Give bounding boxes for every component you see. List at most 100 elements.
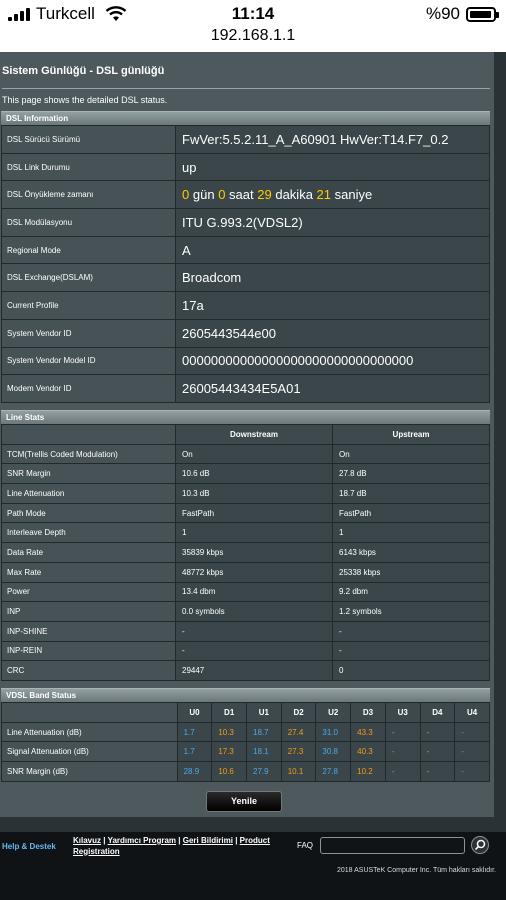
band-value-d4: - [419,741,456,763]
footer: Help & Destek Kılavuz | Yardımcı Program… [0,832,506,900]
band-header-u2: U2 [315,702,352,723]
row-label: Current Profile [1,291,176,320]
downstream-value: 29447 [175,660,333,681]
band-status-table: U0 D1 U1 D2 U2 D3 U3 D4 U4 Line Attenuation (dB)… [1,702,490,782]
row-label: TCM(Trellis Coded Modulation) [1,443,176,465]
band-header-u1: U1 [246,702,282,723]
row-label: DSL Link Durumu [1,152,176,182]
table-row: DSL Exchange(DSLAM) Broadcom [1,263,490,293]
band-value-u3: - [384,741,421,763]
faq-search-input[interactable] [320,837,465,854]
upstream-value: - [332,640,490,662]
table-row: Power 13.4 dbm 9.2 dbm [1,581,490,603]
downstream-value: 35839 kbps [175,542,333,563]
table-header-row: U0 D1 U1 D2 U2 D3 U3 D4 U4 [1,702,490,723]
column-header-downstream: Downstream [175,424,333,445]
downstream-value: 1 [175,522,333,544]
footer-links: Kılavuz | Yardımcı Program | Geri Bildir… [73,836,293,857]
row-label: DSL Önyükleme zamanı [1,180,176,210]
band-value-u4: - [454,761,490,782]
row-label: CRC [1,660,176,681]
refresh-button[interactable]: Yenile [206,791,282,812]
band-header-d1: D1 [211,702,248,723]
uptime-minutes: 29 [257,187,272,203]
url-bar[interactable]: 192.168.1.1 [0,27,506,45]
line-stats-table: Downstream Upstream TCM(Trellis Coded Mo… [1,424,490,681]
content-panel: Sistem Günlüğü - DSL günlüğü This page s… [0,52,494,817]
band-header-d4: D4 [419,702,456,723]
upstream-value: FastPath [332,502,490,524]
row-label: DSL Modülasyonu [1,208,176,237]
band-value-u2: 27.8 [315,761,352,782]
band-value-d1: 10.6 [211,761,248,782]
band-value-u0: 1.7 [176,721,213,743]
faq-search-button[interactable] [471,836,489,854]
uptime-seconds-unit: saniye [334,187,373,203]
band-header-u3: U3 [384,702,421,723]
band-value-d1: 10.3 [211,721,248,743]
vendor-model-id-value: 00000000000000000000000000000000 [175,346,490,376]
uptime-days-unit: gün [192,187,215,203]
band-value-u1: 18.1 [246,741,282,763]
copyright: 2018 ASUSTeK Computer Inc. Tüm hakları s… [336,867,496,874]
table-row: Line Attenuation 10.3 dB 18.7 dB [1,483,490,504]
table-row: Current Profile 17a [1,291,490,320]
row-label: Regional Mode [1,235,176,265]
driver-version-value: FwVer:5.5.2.11_A_A60901 HwVer:T14.F7_0.2 [175,125,490,154]
row-label: System Vendor ID [1,318,176,348]
band-value-d2: 27.3 [280,741,317,763]
downstream-value: 48772 kbps [175,561,333,583]
table-row: Interleave Depth 1 1 [1,522,490,544]
row-label: Path Mode [1,502,176,524]
status-bar: Turkcell 11:14 192.168.1.1 %90 [0,0,506,52]
profile-value: 17a [175,291,490,320]
table-row: DSL Önyükleme zamanı 0 gün 0 saat 29 dak… [1,180,490,210]
band-value-u3: - [384,721,421,743]
table-row: System Vendor Model ID 000000000000000000… [1,346,490,376]
upstream-value: 25338 kbps [332,561,490,583]
utility-link[interactable]: Yardımcı Program [108,836,176,845]
row-label: Line Attenuation (dB) [1,721,178,743]
table-row: Regional Mode A [1,235,490,265]
table-row: DSL Link Durumu up [1,152,490,182]
vendor-id-value: 2605443544e00 [175,318,490,348]
link-status-value: up [175,152,490,182]
table-row: Data Rate 35839 kbps 6143 kbps [1,542,490,563]
band-value-u2: 30.8 [315,741,352,763]
band-value-d2: 10.1 [280,761,317,782]
band-value-u1: 27.9 [246,761,282,782]
band-value-d4: - [419,721,456,743]
downstream-value: FastPath [175,502,333,524]
search-icon [474,839,486,851]
feedback-link[interactable]: Geri Bildirimi [183,836,233,845]
table-row: Line Attenuation (dB) 1.7 10.3 18.7 27.4 31.0… [1,721,490,743]
uptime-hours: 0 [218,187,226,203]
band-header-u0: U0 [176,702,213,723]
band-value-d2: 27.4 [280,721,317,743]
upstream-value: 1.2 symbols [332,601,490,622]
faq-label: FAQ [297,841,314,850]
upstream-value: 1 [332,522,490,544]
page-title: Sistem Günlüğü - DSL günlüğü [2,65,165,77]
battery-group: %90 [425,4,499,24]
row-label: SNR Margin [1,463,176,485]
help-support-label: Help & Destek [2,842,56,851]
table-row: SNR Margin 10.6 dB 27.8 dB [1,463,490,485]
upstream-value: 27.8 dB [332,463,490,485]
table-row: DSL Sürücü Sürümü FwVer:5.5.2.11_A_A60901… [1,125,490,154]
dslam-value: Broadcom [175,263,490,293]
blank-header-cell [1,424,176,445]
link-separator: | [232,836,240,845]
upstream-value: - [332,620,490,642]
table-header-row: Downstream Upstream [1,424,490,445]
row-label: INP [1,601,176,622]
band-status-header: VDSL Band Status [1,688,490,702]
table-row: INP-REIN - - [1,640,490,662]
battery-icon [466,6,499,22]
battery-percent: %90 [425,4,460,23]
downstream-value: On [175,443,333,465]
downstream-value: 10.3 dB [175,483,333,504]
row-label: SNR Margin (dB) [1,761,178,782]
manual-link[interactable]: Kılavuz [73,836,101,845]
table-row: SNR Margin (dB) 28.9 10.6 27.9 10.1 27.8 10.2-… [1,761,490,782]
